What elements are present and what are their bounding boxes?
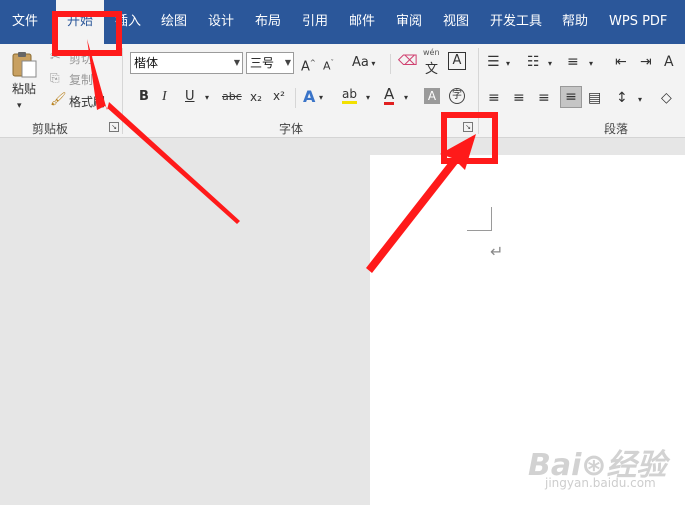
annotation-arrow-to-home-tab [87,39,240,224]
baidu-watermark-url: jingyan.baidu.com [545,476,656,490]
annotation-arrows [87,39,476,273]
annotation-arrow-to-font-launcher [366,134,476,273]
